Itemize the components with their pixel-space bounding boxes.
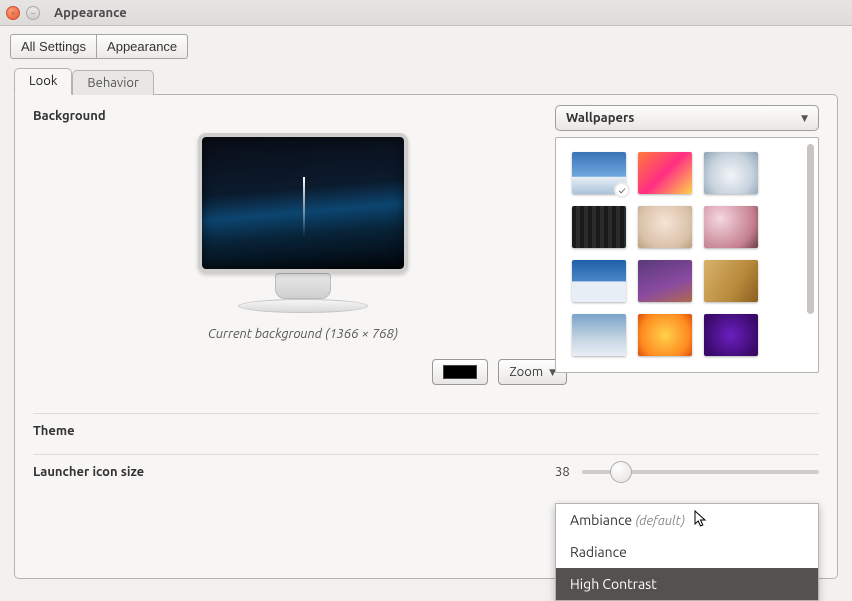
wallpaper-thumb[interactable] <box>638 260 692 302</box>
wallpaper-thumb[interactable]: ✓ <box>572 152 626 194</box>
wallpaper-thumb[interactable] <box>638 314 692 356</box>
tab-look[interactable]: Look <box>14 68 72 95</box>
wallpaper-thumb[interactable] <box>704 260 758 302</box>
background-caption: Current background (1366 × 768) <box>33 327 573 341</box>
window-close-button[interactable]: × <box>6 6 20 20</box>
wallpaper-source-label: Wallpapers <box>566 111 634 125</box>
launcher-icon-size-label: Launcher icon size <box>33 465 144 479</box>
launcher-icon-size-control: 38 <box>555 465 819 479</box>
titlebar: × – Appearance <box>0 0 852 26</box>
scrollbar[interactable] <box>807 144 814 366</box>
wallpaper-thumb[interactable] <box>704 314 758 356</box>
wallpaper-thumb[interactable] <box>572 260 626 302</box>
wallpaper-grid: ✓ <box>555 137 819 373</box>
theme-option-radiance[interactable]: Radiance <box>556 536 818 568</box>
background-preview: Current background (1366 × 768) <box>33 133 573 341</box>
wallpaper-source-dropdown[interactable]: Wallpapers ▼ <box>555 105 819 131</box>
wallpaper-thumb[interactable] <box>572 314 626 356</box>
theme-label: Theme <box>33 424 75 438</box>
window-minimize-button[interactable]: – <box>26 6 40 20</box>
background-label: Background <box>33 109 573 123</box>
wallpaper-thumb[interactable] <box>704 206 758 248</box>
all-settings-button[interactable]: All Settings <box>10 34 97 59</box>
color-swatch-black <box>443 365 477 379</box>
slider-knob[interactable] <box>610 461 632 483</box>
window-title: Appearance <box>54 6 127 20</box>
tab-behavior[interactable]: Behavior <box>72 70 154 95</box>
chevron-down-icon: ▼ <box>801 113 808 124</box>
background-color-button[interactable] <box>432 359 488 385</box>
selected-check-icon: ✓ <box>614 182 630 198</box>
monitor-preview-screen <box>198 133 408 273</box>
launcher-icon-size-slider[interactable] <box>582 470 819 474</box>
theme-option-ambiance[interactable]: Ambiance (default) <box>556 504 818 536</box>
appearance-crumb-button[interactable]: Appearance <box>97 34 188 59</box>
scrollbar-thumb[interactable] <box>807 144 814 314</box>
wallpaper-thumb[interactable] <box>704 152 758 194</box>
look-panel: Background Current background (1366 × 76… <box>14 94 838 579</box>
wallpaper-thumb[interactable] <box>638 152 692 194</box>
theme-dropdown-menu: Ambiance (default) Radiance High Contras… <box>555 503 819 601</box>
theme-option-high-contrast[interactable]: High Contrast <box>556 568 818 600</box>
launcher-icon-size-value: 38 <box>555 465 570 479</box>
breadcrumb-toolbar: All Settings Appearance <box>0 26 852 67</box>
wallpaper-thumb[interactable] <box>638 206 692 248</box>
tabs: Look Behavior <box>14 68 838 95</box>
cursor-icon <box>694 510 708 531</box>
wallpaper-thumb[interactable] <box>572 206 626 248</box>
background-mode-label: Zoom <box>509 365 543 379</box>
